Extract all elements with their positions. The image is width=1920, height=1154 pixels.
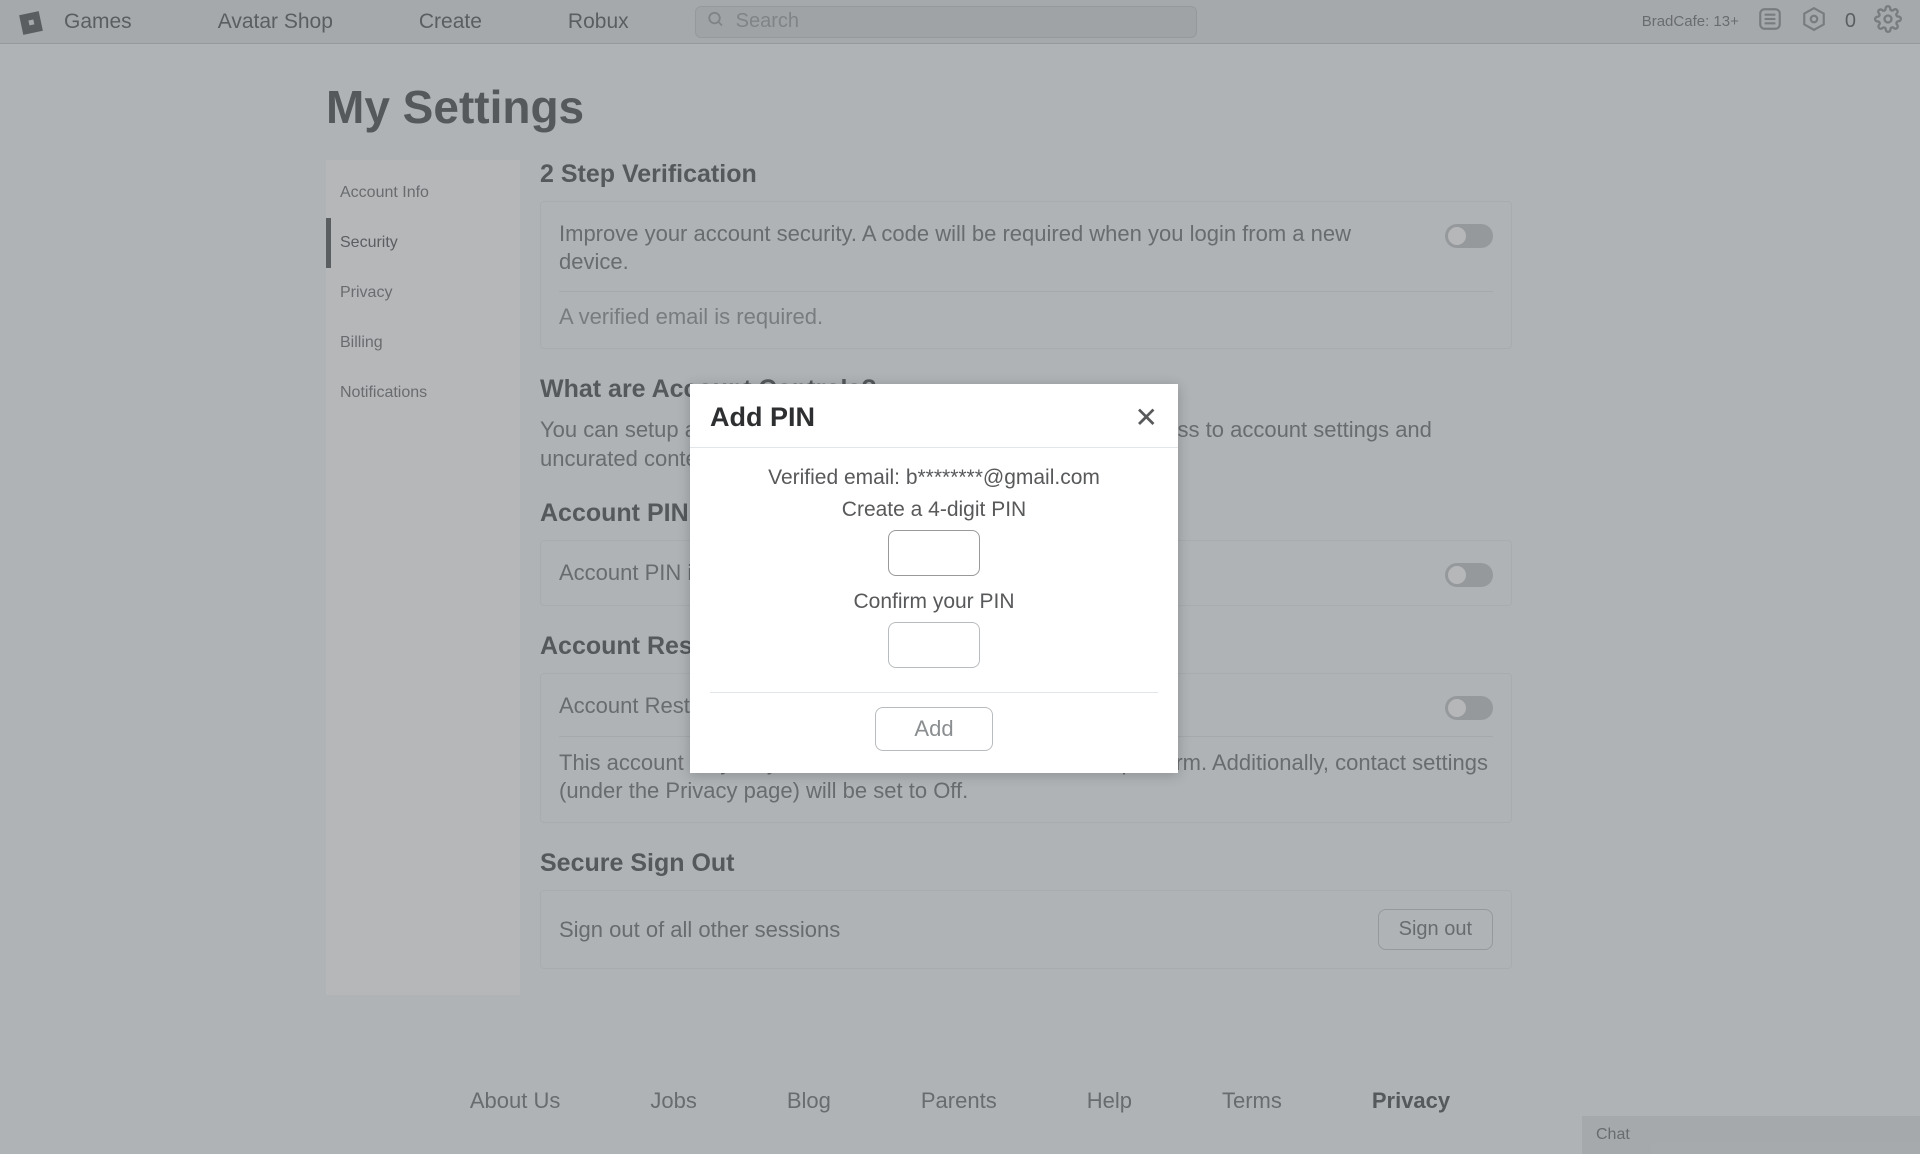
modal-body: Verified email: b********@gmail.com Crea… xyxy=(690,448,1178,773)
add-pin-modal: Add PIN ✕ Verified email: b********@gmai… xyxy=(690,384,1178,773)
add-button[interactable]: Add xyxy=(875,707,992,751)
close-icon[interactable]: ✕ xyxy=(1135,404,1158,432)
modal-header: Add PIN ✕ xyxy=(690,384,1178,448)
confirm-pin-input[interactable] xyxy=(888,622,980,668)
create-pin-input[interactable] xyxy=(888,530,980,576)
modal-divider xyxy=(710,692,1158,693)
confirm-pin-label: Confirm your PIN xyxy=(710,590,1158,614)
modal-title: Add PIN xyxy=(710,402,815,433)
verified-email-line: Verified email: b********@gmail.com xyxy=(710,466,1158,490)
create-pin-label: Create a 4-digit PIN xyxy=(710,498,1158,522)
